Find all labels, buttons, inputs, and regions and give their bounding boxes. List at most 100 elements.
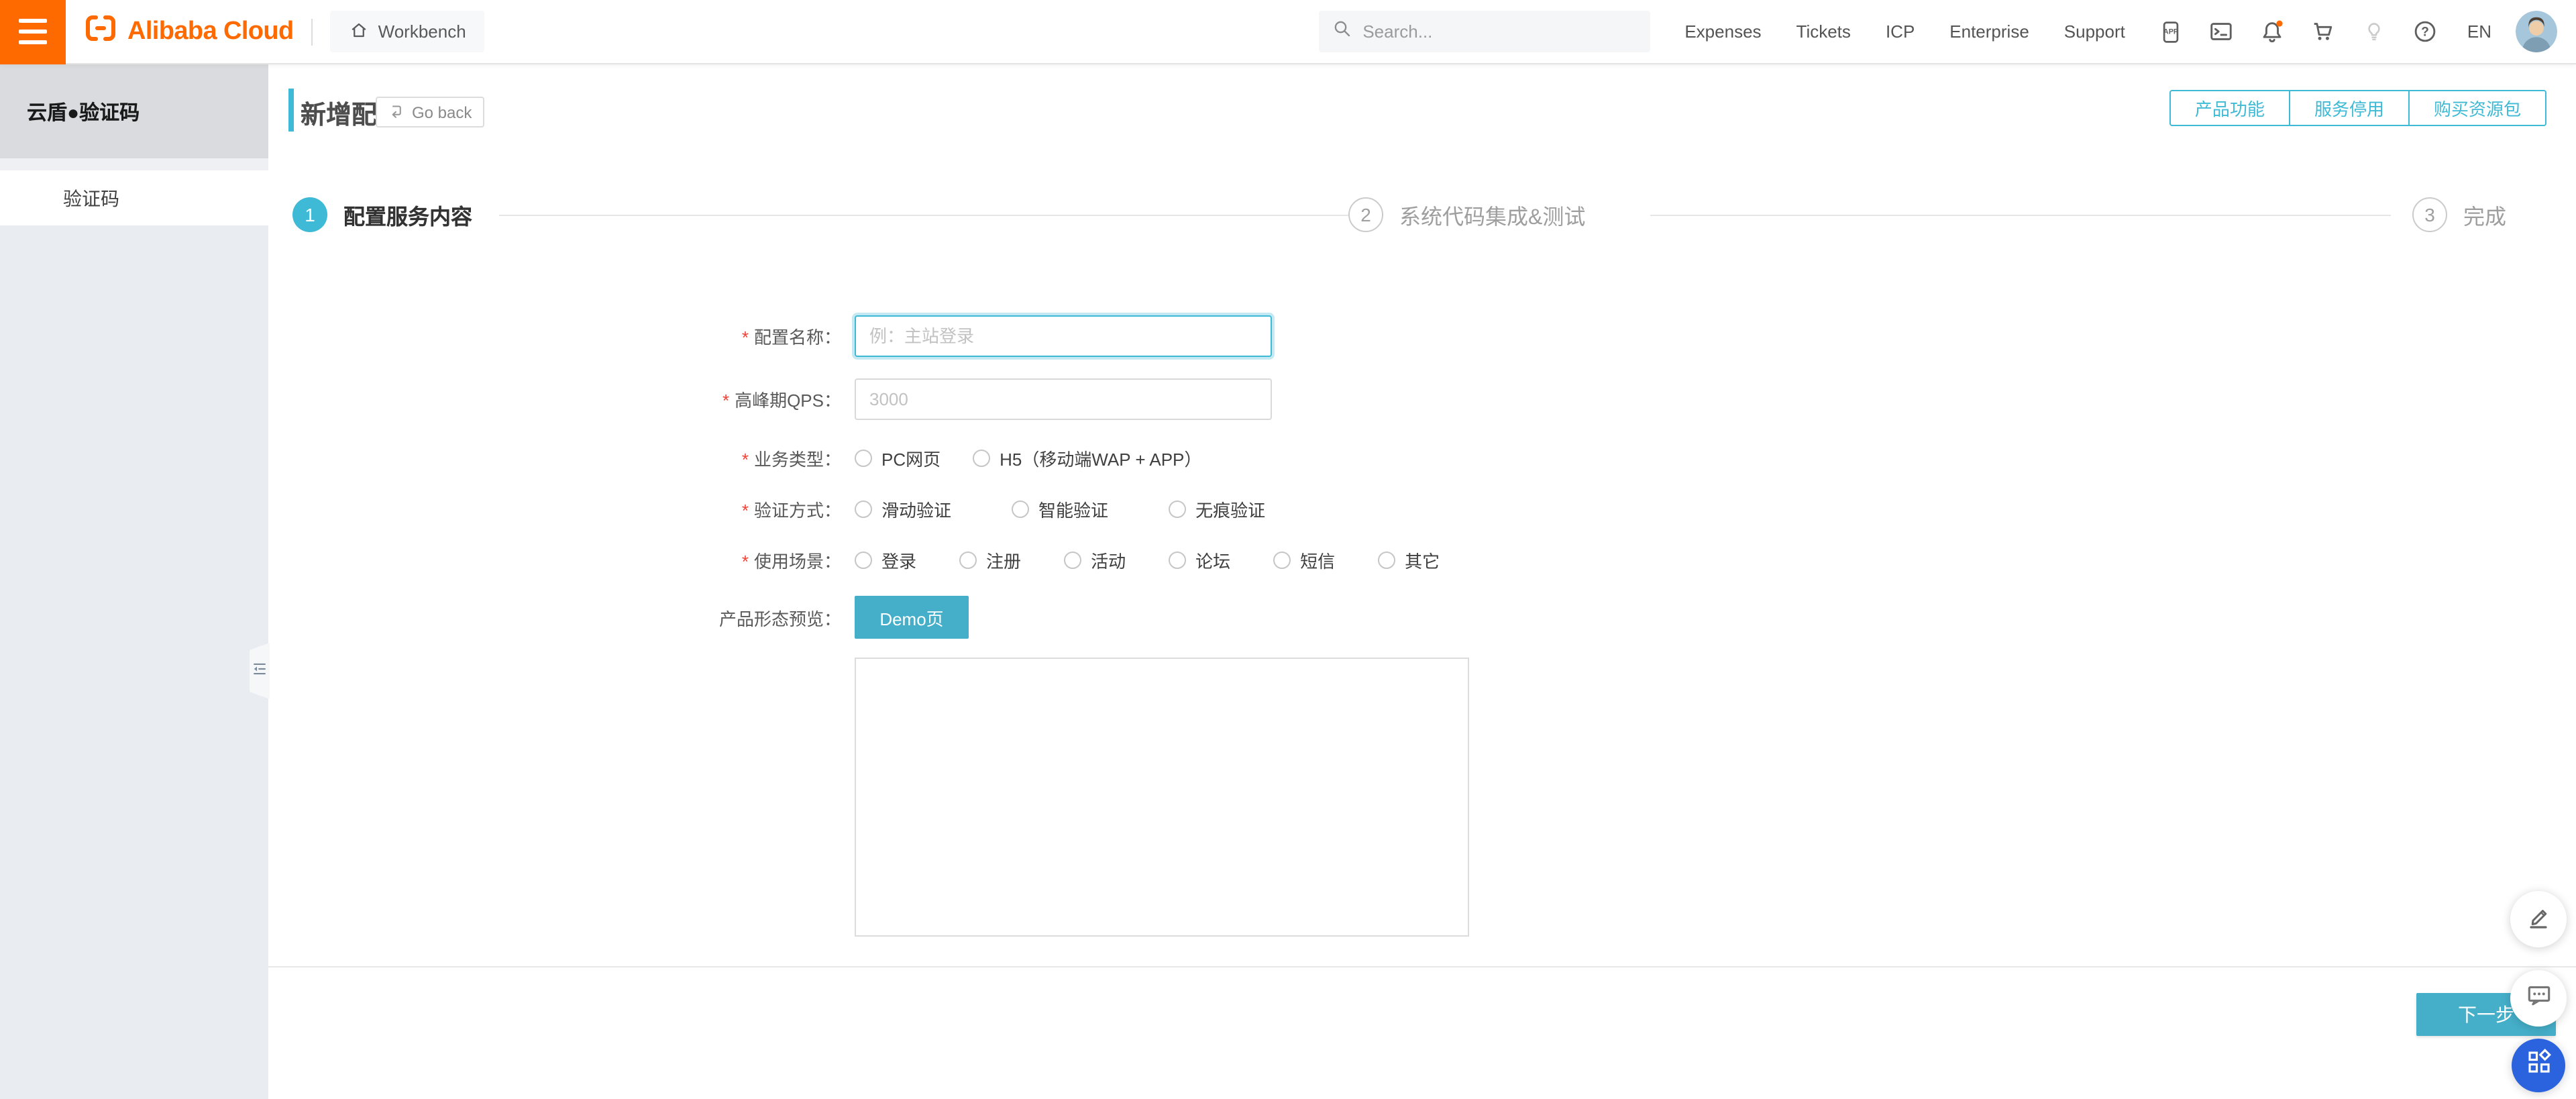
demo-page-button[interactable]: Demo页 xyxy=(855,596,969,639)
search-box[interactable] xyxy=(1318,11,1650,52)
radio-icon[interactable] xyxy=(1012,500,1030,517)
step-1-circle: 1 xyxy=(292,197,327,232)
product-preview-label: 产品形态预览： xyxy=(718,609,841,629)
disable-service-button[interactable]: 服务停用 xyxy=(2288,90,2410,126)
config-name-input[interactable] xyxy=(855,315,1272,357)
radio-option-pc-web[interactable]: PC网页 xyxy=(855,445,941,470)
use-scene-label: * 使用场景： xyxy=(741,551,841,571)
lightbulb-icon[interactable] xyxy=(2361,18,2388,45)
radio-icon[interactable] xyxy=(855,551,872,568)
pencil-icon xyxy=(2525,902,2552,936)
sidebar-product-title: 云盾●验证码 xyxy=(0,64,268,158)
alibaba-cloud-logo[interactable]: Alibaba Cloud xyxy=(83,12,294,51)
radio-option-invisible-verify[interactable]: 无痕验证 xyxy=(1169,496,1265,521)
step-2-circle: 2 xyxy=(1348,197,1383,232)
nav-icp[interactable]: ICP xyxy=(1886,21,1915,42)
notifications-icon[interactable] xyxy=(2259,18,2286,45)
radio-icon[interactable] xyxy=(1064,551,1082,568)
radio-icon[interactable] xyxy=(855,449,872,466)
form-row-config-name: * 配置名称： xyxy=(268,315,1483,357)
header-nav: Expenses Tickets ICP Enterprise Support xyxy=(1684,21,2125,42)
step-2-label: 系统代码集成&测试 xyxy=(1399,207,1586,229)
nav-tickets[interactable]: Tickets xyxy=(1796,21,1851,42)
step-connector xyxy=(499,215,1348,216)
header-icon-group: APP ? xyxy=(2157,18,2439,45)
cart-icon[interactable] xyxy=(2310,18,2337,45)
search-icon xyxy=(1332,18,1352,45)
console-icon[interactable] xyxy=(2208,18,2235,45)
radio-option-slide-verify[interactable]: 滑动验证 xyxy=(855,496,951,521)
required-mark: * xyxy=(741,327,749,348)
radio-icon[interactable] xyxy=(1169,500,1187,517)
sidebar-divider xyxy=(0,158,268,170)
form-row-peak-qps: * 高峰期QPS： xyxy=(268,378,1483,420)
page-action-group: 产品功能 服务停用 购买资源包 xyxy=(2169,90,2546,126)
sidebar-collapse-handle[interactable] xyxy=(250,643,270,699)
form-row-verify-method: * 验证方式： 滑动验证 智能验证 无痕验证 xyxy=(268,495,1483,522)
apps-grid-icon xyxy=(2524,1048,2553,1083)
nav-expenses[interactable]: Expenses xyxy=(1684,21,1761,42)
return-arrow-icon xyxy=(388,101,405,123)
nav-support[interactable]: Support xyxy=(2064,21,2125,42)
required-mark: * xyxy=(741,449,749,469)
radio-icon[interactable] xyxy=(1378,551,1396,568)
top-header: Alibaba Cloud Workbench Expenses Ticke xyxy=(0,0,2576,64)
search-input[interactable] xyxy=(1362,21,1591,42)
demo-preview-box xyxy=(855,658,1469,937)
user-avatar[interactable] xyxy=(2516,11,2557,52)
verify-method-label: * 验证方式： xyxy=(741,500,841,520)
chat-support-fab[interactable] xyxy=(2510,970,2567,1027)
peak-qps-label: * 高峰期QPS： xyxy=(722,390,841,411)
radio-option-sms[interactable]: 短信 xyxy=(1273,547,1335,572)
form-row-preview-box xyxy=(268,658,1483,937)
content-bottom-divider xyxy=(268,966,2576,967)
radio-option-smart-verify[interactable]: 智能验证 xyxy=(1012,496,1108,521)
required-mark: * xyxy=(722,390,730,411)
radio-icon[interactable] xyxy=(1169,551,1187,568)
svg-text:?: ? xyxy=(2422,25,2430,39)
buy-resource-pack-button[interactable]: 购买资源包 xyxy=(2408,90,2546,126)
main-content: 新增配置 Go back 产品功能 服务停用 购买资源包 1 配置服务内容 2 … xyxy=(268,64,2576,1099)
nav-enterprise[interactable]: Enterprise xyxy=(1949,21,2029,42)
step-3-complete: 3 完成 xyxy=(2412,197,2506,232)
step-1-label: 配置服务内容 xyxy=(343,207,473,229)
go-back-button[interactable]: Go back xyxy=(376,97,484,127)
collapse-menu-icon xyxy=(252,659,267,683)
hamburger-menu-button[interactable] xyxy=(0,0,66,64)
radio-icon[interactable] xyxy=(973,449,991,466)
business-type-label: * 业务类型： xyxy=(741,449,841,469)
alibaba-cloud-console: Alibaba Cloud Workbench Expenses Ticke xyxy=(0,0,2576,1099)
config-form: *配置名称： *高峰期QPS： *业务类型： PC网页 H5（移动端WAP + … xyxy=(268,315,1483,937)
sidebar-item-captcha[interactable]: 验证码 xyxy=(0,170,268,225)
app-icon[interactable]: APP xyxy=(2157,18,2184,45)
feedback-survey-fab[interactable] xyxy=(2510,891,2567,947)
sidebar: 云盾●验证码 验证码 xyxy=(0,64,270,1099)
quick-access-fab[interactable] xyxy=(2512,1039,2565,1092)
product-features-button[interactable]: 产品功能 xyxy=(2169,90,2290,126)
step-2-integration: 2 系统代码集成&测试 xyxy=(1348,197,1585,232)
radio-icon[interactable] xyxy=(1273,551,1291,568)
brand-name: Alibaba Cloud xyxy=(127,17,294,45)
radio-option-forum[interactable]: 论坛 xyxy=(1169,547,1230,572)
step-1-configure: 1 配置服务内容 xyxy=(292,197,472,232)
step-wizard: 1 配置服务内容 2 系统代码集成&测试 3 完成 xyxy=(268,197,2576,232)
form-row-use-scene: * 使用场景： 登录 注册 活动 论坛 短信 其它 xyxy=(268,546,1483,573)
radio-option-activity[interactable]: 活动 xyxy=(1064,547,1126,572)
svg-text:APP: APP xyxy=(2163,28,2178,36)
form-row-preview: 产品形态预览： Demo页 xyxy=(268,596,1483,639)
alibaba-cloud-mark-icon xyxy=(83,12,118,51)
radio-option-other[interactable]: 其它 xyxy=(1378,547,1440,572)
header-divider xyxy=(311,18,313,45)
help-icon[interactable]: ? xyxy=(2412,18,2439,45)
language-selector[interactable]: EN xyxy=(2467,21,2491,42)
step-connector xyxy=(1650,215,2391,216)
radio-option-login[interactable]: 登录 xyxy=(855,547,916,572)
peak-qps-input[interactable] xyxy=(855,378,1272,420)
radio-option-h5[interactable]: H5（移动端WAP + APP） xyxy=(973,445,1201,470)
radio-icon[interactable] xyxy=(959,551,977,568)
radio-option-register[interactable]: 注册 xyxy=(959,547,1021,572)
radio-icon[interactable] xyxy=(855,500,872,517)
home-icon xyxy=(349,19,369,44)
chat-bubble-icon xyxy=(2524,981,2553,1016)
workbench-button[interactable]: Workbench xyxy=(329,11,485,52)
